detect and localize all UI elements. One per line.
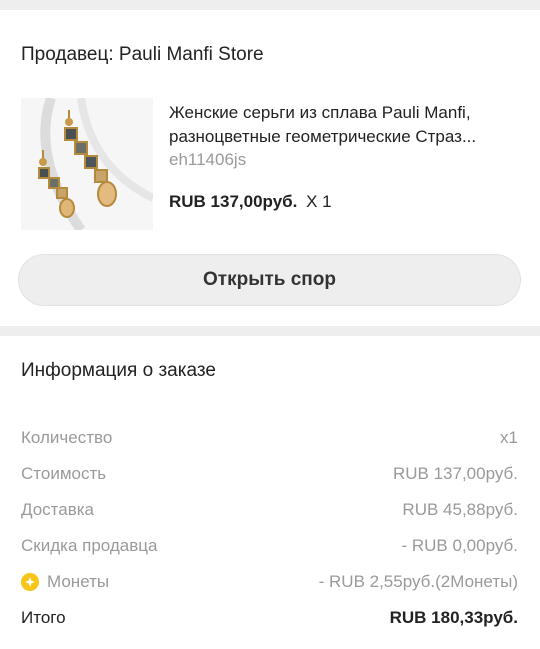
order-row-seller-discount: Скидка продавца - RUB 0,00руб. — [21, 534, 518, 558]
product-image[interactable] — [21, 98, 153, 230]
seller-name[interactable]: Продавец: Pauli Manfi Store — [21, 44, 264, 66]
order-row-label: Доставка — [21, 500, 95, 519]
order-row-coins: Монеты - RUB 2,55руб.(2Монеты) — [21, 570, 518, 594]
order-row-value: x1 — [500, 428, 518, 447]
order-row-total: Итого RUB 180,33руб. — [21, 606, 518, 630]
order-row-shipping: Доставка RUB 45,88руб. — [21, 498, 518, 522]
product-title[interactable]: Женские серьги из сплава Pauli Manfi, ра… — [169, 101, 521, 149]
order-info-card: Информация о заказе Количество x1 Стоимо… — [0, 336, 540, 649]
product-price: RUB 137,00руб. — [169, 192, 298, 211]
order-row-cost: Стоимость RUB 137,00руб. — [21, 462, 518, 486]
order-info-title: Информация о заказе — [21, 360, 216, 381]
coins-label: Монеты — [47, 572, 110, 591]
order-row-value: - RUB 2,55руб.(2Монеты) — [318, 572, 518, 591]
total-value: RUB 180,33руб. — [389, 608, 518, 627]
seller-card: Продавец: Pauli Manfi Store Женские серь… — [0, 10, 540, 326]
earrings-image — [21, 98, 153, 230]
product-sku: eh11406js — [169, 150, 247, 169]
total-label: Итого — [21, 608, 66, 627]
order-row-label: Скидка продавца — [21, 536, 158, 555]
order-row-label: Количество — [21, 428, 113, 447]
order-row-value: RUB 137,00руб. — [392, 464, 518, 483]
product-title-line-2: разноцветные геометрические Страз... — [169, 127, 477, 146]
order-row-quantity: Количество x1 — [21, 426, 518, 450]
product-quantity: X 1 — [306, 192, 332, 211]
order-row-value: RUB 45,88руб. — [402, 500, 518, 519]
order-row-value: - RUB 0,00руб. — [401, 536, 518, 555]
product-title-line-1: Женские серьги из сплава Pauli Manfi, — [169, 103, 471, 122]
open-dispute-button[interactable]: Открыть спор — [18, 254, 521, 306]
coin-icon — [21, 573, 39, 591]
order-row-label: Стоимость — [21, 464, 107, 483]
product-price-row: RUB 137,00руб. X 1 — [169, 192, 332, 212]
order-row-label-coins: Монеты — [21, 570, 109, 594]
